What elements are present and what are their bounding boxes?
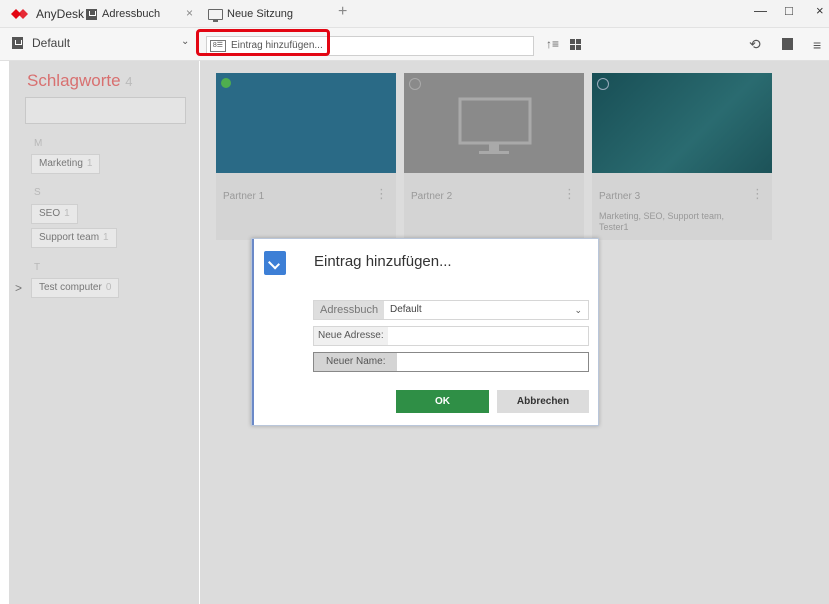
- offline-status-icon: [409, 78, 421, 90]
- address-book-icon[interactable]: [782, 38, 793, 50]
- dialog-title: Eintrag hinzufügen...: [314, 253, 452, 270]
- partner-card-2[interactable]: Partner 2 ⋮: [404, 73, 584, 240]
- online-status-icon: [221, 78, 231, 88]
- new-address-label: Neue Adresse:: [314, 327, 388, 345]
- group-letter: S: [34, 187, 41, 198]
- group-letter: M: [34, 138, 43, 149]
- anydesk-logo-icon: [11, 9, 28, 19]
- maximize-button[interactable]: □: [785, 3, 793, 18]
- tag-count: 1: [64, 208, 70, 219]
- minimize-button[interactable]: —: [754, 3, 767, 18]
- address-book-icon: [264, 251, 286, 275]
- card-tags: Marketing, SEO, Support team, Tester1: [599, 211, 725, 232]
- monitor-icon: [208, 8, 223, 22]
- new-name-field[interactable]: Neuer Name:: [313, 352, 589, 372]
- grid-view-icon[interactable]: [570, 39, 581, 50]
- addressbook-dropdown-value: Default: [390, 304, 422, 315]
- tab-adressbuch-label: Adressbuch: [102, 8, 161, 20]
- anydesk-brand[interactable]: AnyDesk: [11, 6, 84, 22]
- address-book-icon: [12, 37, 23, 49]
- card-thumbnail: [592, 73, 772, 173]
- close-tab-icon[interactable]: ×: [186, 6, 193, 20]
- cancel-button[interactable]: Abbrechen: [497, 390, 589, 413]
- tag-count: 1: [86, 158, 93, 169]
- address-book-icon: [86, 8, 97, 20]
- addressbook-label: Adressbuch: [314, 301, 385, 319]
- tag-marketing[interactable]: Marketing 1: [31, 154, 101, 174]
- app-name: AnyDesk: [36, 7, 85, 21]
- tag-label: Marketing: [39, 158, 83, 169]
- offline-status-icon: [597, 78, 609, 90]
- partner-card-3[interactable]: Partner 3 ⋮ Marketing, SEO, Support team…: [592, 73, 772, 240]
- add-entry-dialog: Eintrag hinzufügen... Adressbuch Default…: [251, 238, 599, 426]
- addressbook-select-value: Default: [32, 36, 71, 50]
- tag-count: 1: [103, 232, 109, 243]
- tag-label: Test computer: [39, 282, 102, 293]
- tags-search-input[interactable]: [25, 97, 186, 124]
- sidebar-title: Schlagworte 4: [27, 71, 133, 91]
- close-window-button[interactable]: ×: [816, 3, 824, 18]
- sidebar-title-text: Schlagworte: [27, 71, 121, 90]
- chevron-down-icon[interactable]: ⌄: [181, 36, 189, 47]
- ok-button[interactable]: OK: [396, 390, 489, 413]
- card-thumbnail: [216, 73, 396, 173]
- monitor-icon: [458, 97, 532, 154]
- addressbook-dropdown[interactable]: Adressbuch Default ⌄: [313, 300, 589, 320]
- tag-test-computer[interactable]: Test computer 0: [31, 278, 120, 298]
- sort-icon[interactable]: ↑≡: [546, 37, 559, 51]
- partner-card-1[interactable]: Partner 1 ⋮: [216, 73, 396, 240]
- tag-seo[interactable]: SEO 1: [31, 204, 78, 224]
- new-address-field[interactable]: Neue Adresse:: [313, 326, 589, 346]
- card-menu-icon[interactable]: ⋮: [563, 186, 576, 202]
- chevron-down-icon: ⌄: [574, 305, 582, 315]
- dialog-accent-bar: [252, 239, 254, 425]
- card-menu-icon[interactable]: ⋮: [375, 186, 388, 202]
- chevron-right-icon[interactable]: >: [15, 281, 22, 295]
- card-menu-icon[interactable]: ⋮: [751, 186, 764, 202]
- title-bar: AnyDesk Adressbuch × Neue Sitzung + — □ …: [0, 0, 829, 28]
- addressbook-select[interactable]: Default: [12, 36, 70, 50]
- tag-label: SEO: [39, 208, 61, 219]
- card-name: Partner 2: [411, 191, 453, 202]
- group-letter: T: [34, 262, 41, 273]
- card-thumbnail: [404, 73, 584, 173]
- highlight-frame: [196, 29, 330, 56]
- menu-icon[interactable]: ≡: [813, 37, 821, 53]
- tab-neue-sitzung[interactable]: Neue Sitzung: [208, 4, 293, 24]
- tag-support-team[interactable]: Support team 1: [31, 228, 117, 248]
- new-name-label: Neuer Name:: [314, 353, 398, 371]
- new-tab-button[interactable]: +: [338, 3, 347, 21]
- tab-neue-sitzung-label: Neue Sitzung: [227, 8, 294, 20]
- sidebar-title-count: 4: [125, 74, 133, 89]
- tag-label: Support team: [39, 232, 100, 243]
- tag-count: 0: [105, 282, 112, 293]
- history-icon[interactable]: ⟲: [749, 36, 761, 53]
- card-name: Partner 1: [223, 191, 265, 202]
- tab-adressbuch[interactable]: Adressbuch: [86, 4, 160, 24]
- card-name: Partner 3: [599, 191, 641, 202]
